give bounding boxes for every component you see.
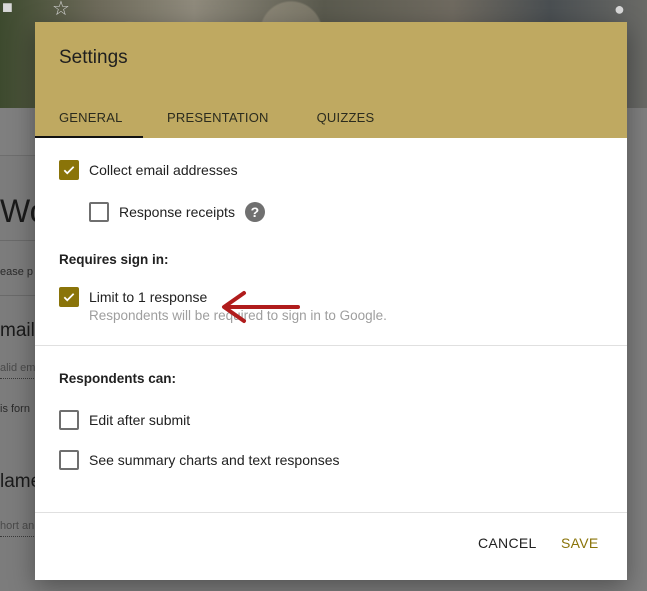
limit-one-response-label: Limit to 1 response (89, 289, 208, 305)
question-input-hint: hort an (0, 520, 40, 537)
question-input-hint: alid em (0, 362, 40, 379)
limit-one-response-sublabel: Respondents will be required to sign in … (89, 308, 387, 323)
form-title: Wo (0, 193, 40, 229)
form-description: ease p (0, 266, 34, 278)
response-receipts-row: Response receipts ? (89, 202, 603, 222)
collect-email-label: Collect email addresses (89, 162, 238, 178)
question-title: lame (0, 471, 40, 492)
edit-after-submit-checkbox[interactable] (59, 410, 79, 430)
tab-presentation[interactable]: PRESENTATION (143, 96, 293, 138)
collect-email-checkbox[interactable] (59, 160, 79, 180)
star-icon[interactable]: ☆ (52, 0, 70, 19)
respondents-can-heading: Respondents can: (59, 371, 177, 386)
see-summary-row: See summary charts and text responses (59, 450, 603, 470)
divider (0, 295, 40, 296)
response-receipts-checkbox[interactable] (89, 202, 109, 222)
tab-bar: GENERAL PRESENTATION QUIZZES (35, 96, 398, 138)
folder-icon[interactable]: ■ (2, 0, 13, 16)
see-summary-checkbox[interactable] (59, 450, 79, 470)
annotation-arrow-icon (222, 291, 300, 323)
respondents-section: Respondents can: Edit after submit See s… (35, 346, 627, 470)
tab-quizzes[interactable]: QUIZZES (293, 96, 399, 138)
palette-icon[interactable]: ● (614, 0, 625, 18)
settings-dialog: Settings GENERAL PRESENTATION QUIZZES Co… (35, 22, 627, 580)
collect-email-row: Collect email addresses (59, 160, 603, 180)
email-section: Collect email addresses Response receipt… (35, 138, 627, 323)
save-button[interactable]: SAVE (561, 527, 599, 559)
requires-sign-in-heading: Requires sign in: (59, 252, 169, 267)
see-summary-label: See summary charts and text responses (89, 452, 340, 468)
dialog-header: Settings GENERAL PRESENTATION QUIZZES (35, 22, 627, 138)
dialog-title: Settings (59, 47, 128, 68)
question-note: is forn (0, 403, 30, 415)
limit-one-row: Limit to 1 response (59, 287, 603, 307)
cancel-button[interactable]: CANCEL (478, 527, 537, 559)
dialog-footer: CANCEL SAVE (35, 512, 627, 580)
checkmark-icon (63, 293, 75, 302)
edit-after-submit-row: Edit after submit (59, 410, 603, 430)
limit-one-response-checkbox[interactable] (59, 287, 79, 307)
checkmark-icon (63, 166, 75, 175)
help-icon[interactable]: ? (244, 202, 265, 222)
tab-general[interactable]: GENERAL (35, 96, 143, 138)
edit-after-submit-label: Edit after submit (89, 412, 191, 428)
response-receipts-label: Response receipts (119, 204, 235, 220)
question-title: mail (0, 320, 35, 341)
divider (0, 240, 40, 241)
